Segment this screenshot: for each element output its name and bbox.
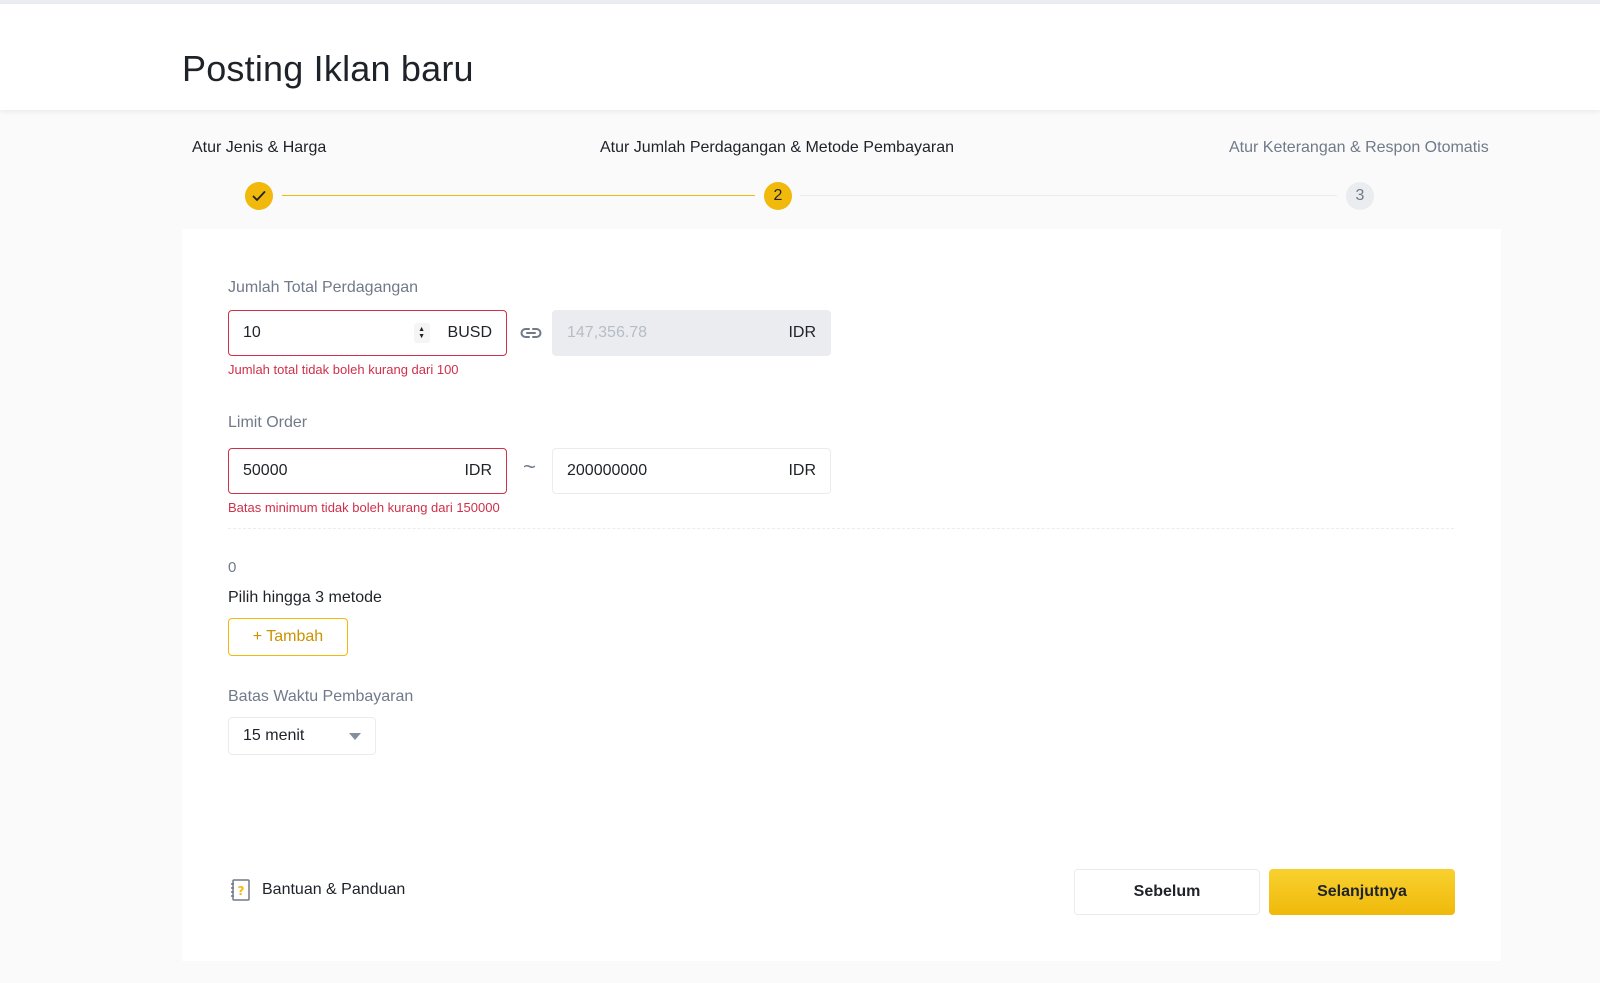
order-limit-min-input[interactable]: 50000 IDR	[228, 448, 507, 494]
step-2-number: 2	[764, 182, 792, 210]
total-amount-error: Jumlah total tidak boleh kurang dari 100	[228, 362, 459, 377]
order-limit-min-unit: IDR	[464, 462, 492, 479]
page-header: Posting Iklan baru	[0, 4, 1600, 110]
fiat-amount-value: 147,356.78	[567, 324, 648, 341]
payment-time-value: 15 menit	[243, 727, 305, 744]
order-limit-max-unit: IDR	[788, 462, 816, 479]
page-title: Posting Iklan baru	[182, 48, 474, 89]
next-button[interactable]: Selanjutnya	[1269, 869, 1455, 915]
step-3-label: Atur Keterangan & Respon Otomatis	[1229, 139, 1489, 156]
payment-method-count: 0	[228, 559, 237, 576]
step-1-label: Atur Jenis & Harga	[192, 139, 327, 156]
add-payment-method-button[interactable]: + Tambah	[228, 618, 348, 656]
total-amount-input[interactable]: 10 ▲ ▼ BUSD	[228, 310, 507, 356]
step-connector-2	[800, 195, 1337, 196]
order-limit-max-input[interactable]: 200000000 IDR	[552, 448, 831, 494]
total-amount-value: 10	[243, 324, 261, 341]
payment-time-select[interactable]: 15 menit	[228, 717, 376, 755]
payment-time-label: Batas Waktu Pembayaran	[228, 688, 414, 705]
svg-text:?: ?	[238, 884, 245, 898]
previous-button[interactable]: Sebelum	[1074, 869, 1260, 915]
number-stepper-icon[interactable]: ▲ ▼	[413, 323, 430, 343]
help-guide-label: Bantuan & Panduan	[262, 881, 406, 898]
fiat-amount-unit: IDR	[788, 324, 816, 341]
fiat-amount-field: 147,356.78 IDR	[552, 310, 831, 356]
link-icon[interactable]	[519, 323, 543, 348]
order-limit-error: Batas minimum tidak boleh kurang dari 15…	[228, 500, 500, 515]
section-divider	[228, 528, 1454, 529]
step-3-number: 3	[1346, 182, 1374, 210]
total-amount-unit: BUSD	[447, 324, 492, 341]
help-book-icon: ?	[231, 879, 250, 901]
step-2-label: Atur Jumlah Perdagangan & Metode Pembaya…	[600, 139, 954, 156]
total-amount-label: Jumlah Total Perdagangan	[228, 279, 419, 296]
order-limit-label: Limit Order	[228, 414, 308, 431]
step-1-check-icon	[245, 182, 273, 210]
form-card: Jumlah Total Perdagangan 10 ▲ ▼ BUSD 147,…	[182, 229, 1501, 961]
order-limit-max-value: 200000000	[567, 462, 648, 479]
chevron-down-icon	[349, 732, 361, 740]
payment-method-hint: Pilih hingga 3 metode	[228, 589, 382, 606]
range-separator: ~	[523, 454, 536, 479]
step-connector-1	[282, 195, 755, 196]
help-guide-link[interactable]: ? Bantuan & Panduan	[228, 878, 405, 902]
order-limit-min-value: 50000	[243, 462, 288, 479]
